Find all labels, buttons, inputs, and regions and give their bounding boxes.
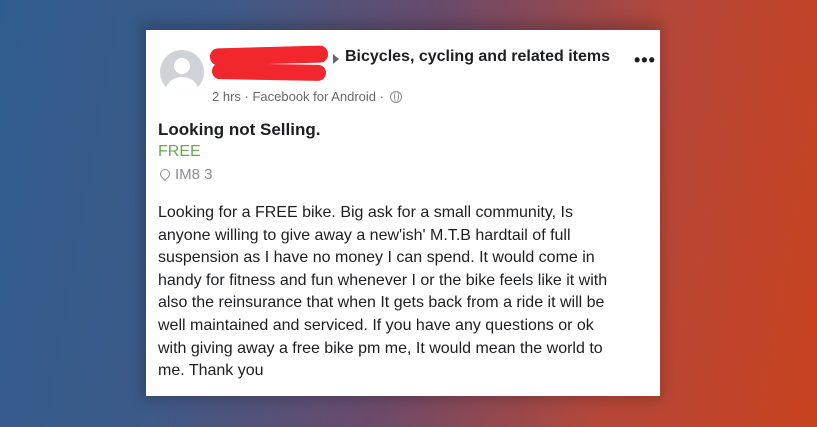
name-redaction-2 (211, 63, 327, 81)
location-pin-icon (157, 166, 173, 181)
more-options-icon[interactable]: ••• (634, 50, 656, 71)
post-body-line: well maintained and serviced. If you hav… (158, 316, 594, 334)
group-link[interactable]: Bicycles, cycling and related items (345, 48, 610, 66)
avatar-head (174, 58, 190, 74)
avatar[interactable] (160, 50, 204, 94)
post-card: Bicycles, cycling and related items ••• … (146, 30, 660, 396)
post-body-line: Looking for a FREE bike. Big ask for a s… (158, 204, 573, 221)
post-body-line: also the reinsurance that when It gets b… (158, 294, 605, 312)
avatar-body (166, 77, 198, 94)
post-body: Looking for a FREE bike. Big ask for a s… (158, 202, 654, 383)
listing-title: Looking not Selling. (158, 120, 321, 139)
post-meta: 2 hrs · Facebook for Android · (212, 89, 402, 104)
post-body-line: anyone willing to give away a new'ish' M… (158, 226, 571, 244)
post-meta-text: 2 hrs · Facebook for Android · (212, 89, 384, 104)
post-body-line: suspension as I have no money I can spen… (158, 249, 595, 267)
arrow-right-icon (333, 54, 339, 64)
post-body-line: me. Thank you (158, 362, 264, 380)
location-text: IM8 3 (175, 166, 213, 183)
post-body-line: handy for fitness and fun whenever I or … (158, 271, 608, 289)
post-body-line: with giving away a free bike pm me, It w… (158, 339, 603, 357)
globe-icon (389, 90, 402, 103)
listing-location: IM8 3 (157, 166, 213, 183)
listing-price: FREE (158, 143, 201, 160)
